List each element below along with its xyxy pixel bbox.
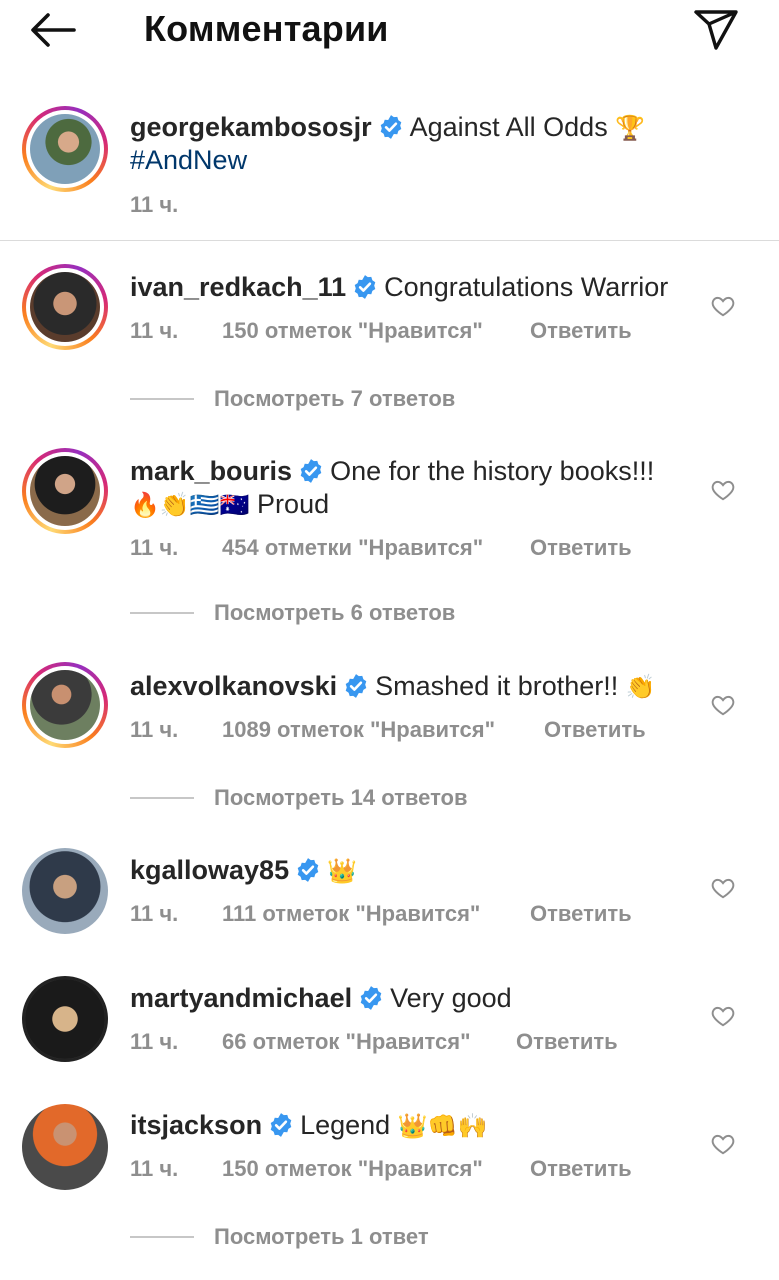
emoji-group: 🔥👏🇬🇷🇦🇺 [130, 491, 250, 519]
heart-icon[interactable] [710, 1003, 736, 1029]
view-replies-link[interactable]: Посмотреть 7 ответов [130, 384, 455, 414]
comment-body: Smashed it brother!! [375, 671, 619, 701]
likes-count[interactable]: 454 отметки "Нравится" [222, 535, 483, 561]
comment-time: 11 ч. [130, 717, 179, 742]
emoji-group: 👑👊🙌 [397, 1112, 488, 1140]
comment-text: mark_bouris One for the history books!!! [130, 454, 654, 488]
comment-text: itsjackson Legend 👑👊🙌 [130, 1108, 487, 1143]
verified-badge-icon [378, 114, 404, 140]
avatar[interactable] [22, 1104, 108, 1190]
caption-time: 11 ч. [130, 192, 179, 217]
comment-text: alexvolkanovski Smashed it brother!! 👏 [130, 669, 656, 704]
heart-icon[interactable] [710, 477, 736, 503]
verified-badge-icon [268, 1112, 294, 1138]
comment-body: Very good [390, 983, 512, 1013]
comment-username[interactable]: martyandmichael [130, 983, 352, 1013]
comment-time: 11 ч. [130, 901, 179, 926]
view-replies-label: Посмотреть 1 ответ [214, 1224, 429, 1249]
reply-button[interactable]: Ответить [530, 535, 632, 561]
caption-body: Against All Odds [409, 112, 608, 142]
divider [130, 612, 194, 614]
comment-username[interactable]: ivan_redkach_11 [130, 272, 346, 302]
divider [130, 1236, 194, 1238]
likes-count[interactable]: 150 отметок "Нравится" [222, 1156, 483, 1182]
avatar[interactable] [22, 264, 108, 350]
page-title: Комментарии [144, 8, 389, 49]
back-button[interactable] [28, 8, 84, 52]
comment-username[interactable]: alexvolkanovski [130, 671, 337, 701]
trophy-emoji: 🏆 [615, 114, 646, 142]
caption-username[interactable]: georgekambososjr [130, 112, 372, 142]
comment-body: One for the history books!!! [330, 456, 655, 486]
view-replies-link[interactable]: Посмотреть 6 ответов [130, 598, 455, 628]
likes-count[interactable]: 150 отметок "Нравится" [222, 318, 483, 344]
view-replies-link[interactable]: Посмотреть 1 ответ [130, 1222, 429, 1252]
avatar[interactable] [22, 848, 108, 934]
verified-badge-icon [352, 274, 378, 300]
comment-time: 11 ч. [130, 535, 179, 560]
reply-button[interactable]: Ответить [544, 717, 646, 743]
arrow-left-icon [31, 13, 76, 47]
caption-text: georgekambososjr Against All Odds 🏆 [130, 110, 645, 145]
header-bar: Комментарии [0, 0, 779, 60]
divider [130, 797, 194, 799]
reply-button[interactable]: Ответить [530, 318, 632, 344]
avatar[interactable] [22, 448, 108, 534]
comment-time: 11 ч. [130, 318, 179, 343]
reply-button[interactable]: Ответить [516, 1029, 618, 1055]
heart-icon[interactable] [710, 875, 736, 901]
divider [0, 240, 779, 241]
likes-count[interactable]: 111 отметок "Нравится" [222, 901, 480, 927]
comment-text: ivan_redkach_11 Congratulations Warrior [130, 270, 668, 304]
crown-emoji: 👑 [327, 857, 357, 885]
avatar[interactable] [22, 976, 108, 1062]
clap-emoji: 👏 [625, 673, 656, 701]
comment-body: Legend [300, 1110, 391, 1140]
comment-body: Congratulations Warrior [384, 272, 669, 302]
reply-button[interactable]: Ответить [530, 1156, 632, 1182]
comment-body-continued: Proud [257, 489, 330, 519]
share-button[interactable] [692, 4, 740, 52]
verified-badge-icon [343, 673, 369, 699]
comment-text: martyandmichael Very good [130, 981, 512, 1015]
likes-count[interactable]: 1089 отметок "Нравится" [222, 717, 495, 743]
comment-username[interactable]: mark_bouris [130, 456, 292, 486]
comment-username[interactable]: itsjackson [130, 1110, 262, 1140]
comment-text: kgalloway85 👑 [130, 853, 357, 888]
verified-badge-icon [298, 458, 324, 484]
heart-icon[interactable] [710, 1131, 736, 1157]
comment-time: 11 ч. [130, 1029, 179, 1054]
reply-button[interactable]: Ответить [530, 901, 632, 927]
view-replies-label: Посмотреть 6 ответов [214, 600, 456, 625]
comment-time: 11 ч. [130, 1156, 179, 1181]
heart-icon[interactable] [710, 692, 736, 718]
view-replies-label: Посмотреть 7 ответов [214, 386, 456, 411]
verified-badge-icon [358, 985, 384, 1011]
likes-count[interactable]: 66 отметок "Нравится" [222, 1029, 471, 1055]
comment-username[interactable]: kgalloway85 [130, 855, 289, 885]
avatar[interactable] [22, 662, 108, 748]
avatar[interactable] [22, 106, 108, 192]
caption-hashtag[interactable]: #AndNew [130, 145, 247, 175]
verified-badge-icon [295, 857, 321, 883]
paper-plane-icon [694, 10, 738, 50]
divider [130, 398, 194, 400]
view-replies-label: Посмотреть 14 ответов [214, 785, 468, 810]
view-replies-link[interactable]: Посмотреть 14 ответов [130, 783, 468, 813]
heart-icon[interactable] [710, 293, 736, 319]
